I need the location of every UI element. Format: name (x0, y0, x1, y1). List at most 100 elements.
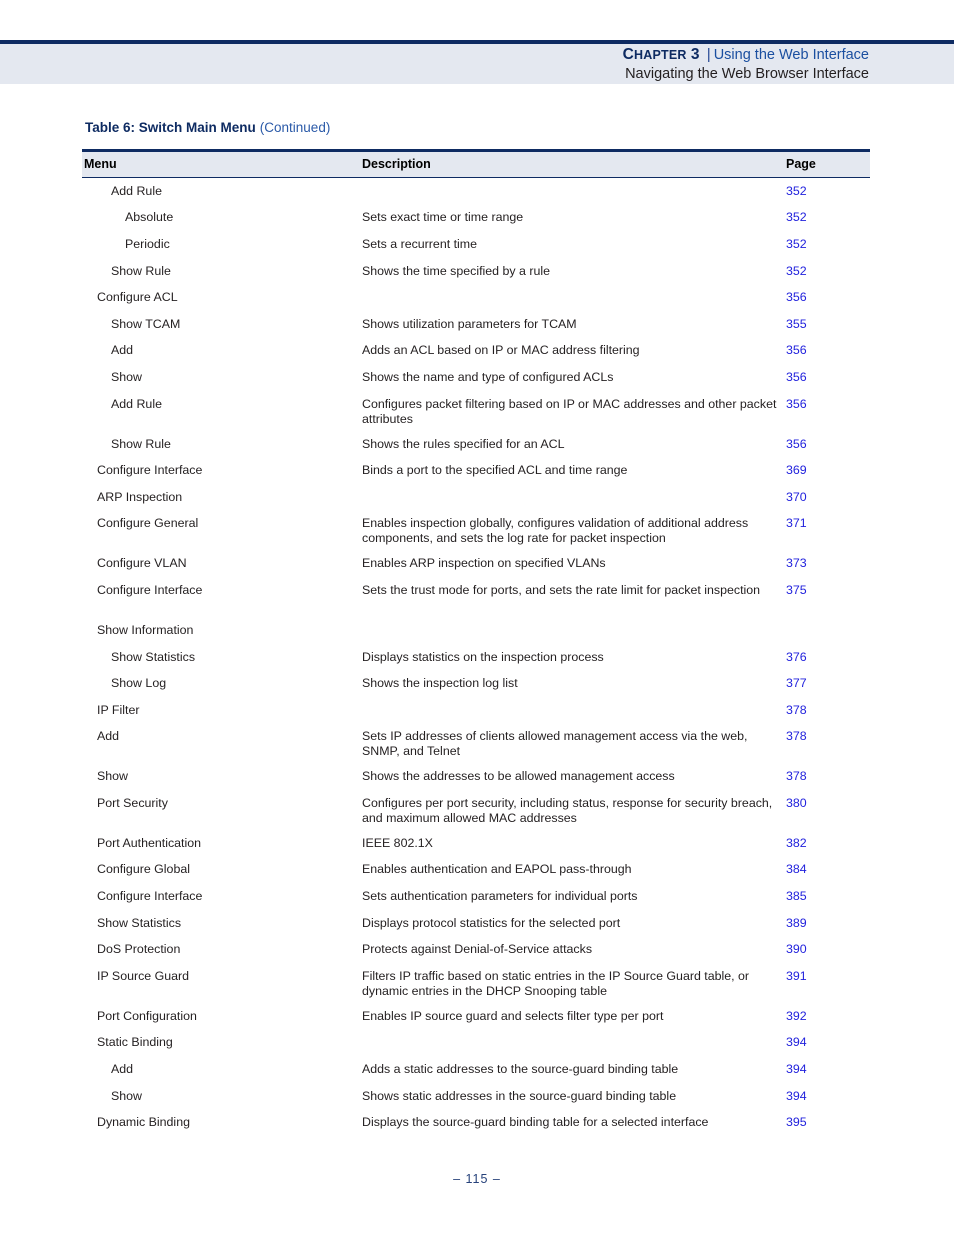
menu-cell: Add (111, 1062, 134, 1077)
table-row: Absolute Sets exact time or time range 352 (82, 210, 870, 237)
menu-cell: ARP Inspection (97, 489, 183, 504)
description-cell: Displays the source-guard binding table … (362, 1115, 709, 1130)
table-row: Configure ACL 356 (82, 290, 870, 317)
chapter-label-first-letter: C (622, 46, 635, 63)
chapter-number: 3 (690, 46, 700, 63)
table-row: Configure Interface Sets the trust mode f… (82, 583, 870, 623)
table-row: Configure General Enables inspection glob… (82, 516, 870, 556)
menu-cell: Dynamic Binding (97, 1115, 190, 1130)
menu-cell: IP Filter (97, 702, 140, 717)
description-cell: Shows static addresses in the source-gua… (362, 1088, 677, 1103)
description-cell: Sets authentication parameters for indiv… (362, 889, 638, 904)
page-footer: – 115 – (453, 1172, 501, 1186)
table-row: Show Statistics Displays protocol statist… (82, 916, 870, 943)
table-row: Configure Interface Binds a port to the s… (82, 463, 870, 490)
page-link[interactable]: 356 (786, 343, 807, 358)
menu-cell: Show Rule (111, 436, 171, 451)
description-cell: Displays protocol statistics for the sel… (362, 915, 621, 930)
page-link[interactable]: 378 (786, 703, 807, 718)
page-link[interactable]: 382 (786, 836, 807, 851)
description-cell: Displays statistics on the inspection pr… (362, 649, 604, 664)
page-link[interactable]: 394 (786, 1035, 807, 1050)
header-section-title: Navigating the Web Browser Interface (625, 66, 869, 82)
page-link[interactable]: 389 (786, 916, 807, 931)
page-link[interactable]: 376 (786, 650, 807, 665)
page-link[interactable]: 352 (786, 210, 807, 225)
table-row: Dynamic Binding Displays the source-guard… (82, 1115, 870, 1142)
page-link[interactable]: 392 (786, 1009, 807, 1024)
table-row: Configure Global Enables authentication a… (82, 862, 870, 889)
description-cell: Enables ARP inspection on specified VLAN… (362, 556, 606, 571)
menu-cell: Add (111, 343, 134, 358)
menu-cell: Port Security (97, 795, 168, 810)
table-row: Show Shows static addresses in the source… (82, 1089, 870, 1116)
chapter-title: Using the Web Interface (713, 47, 869, 63)
menu-cell: Configure ACL (97, 290, 178, 305)
page-link[interactable]: 355 (786, 317, 807, 332)
page-link[interactable]: 370 (786, 490, 807, 505)
table-row: Show Statistics Displays statistics on th… (82, 650, 870, 677)
description-cell: Configures packet filtering based on IP … (362, 396, 777, 426)
description-cell: Adds a static addresses to the source-gu… (362, 1062, 679, 1077)
menu-cell: Show (97, 769, 128, 784)
page-link[interactable]: 375 (786, 583, 807, 598)
description-cell: Shows utilization parameters for TCAM (362, 316, 577, 331)
page-link[interactable]: 377 (786, 676, 807, 691)
table-row: IP Source Guard Filters IP traffic based … (82, 969, 870, 1009)
description-cell: Binds a port to the specified ACL and ti… (362, 463, 628, 478)
description-cell: Shows the addresses to be allowed manage… (362, 769, 675, 784)
page-link[interactable]: 373 (786, 556, 807, 571)
description-cell: Sets IP addresses of clients allowed man… (362, 729, 748, 759)
description-cell: Shows the rules specified for an ACL (362, 436, 565, 451)
menu-cell: Show (111, 369, 142, 384)
table-row: Show Shows the name and type of configure… (82, 370, 870, 397)
table-row: Add Rule 352 (82, 184, 870, 211)
column-header-menu: Menu (84, 156, 117, 171)
table-header-row: Menu Description Page (82, 151, 870, 177)
page-link[interactable]: 369 (786, 463, 807, 478)
page-link[interactable]: 394 (786, 1062, 807, 1077)
menu-cell: Port Authentication (97, 835, 202, 850)
page-link[interactable]: 356 (786, 370, 807, 385)
page-link[interactable]: 352 (786, 237, 807, 252)
menu-cell: Periodic (125, 236, 170, 251)
table-row: Periodic Sets a recurrent time 352 (82, 237, 870, 264)
page-link[interactable]: 352 (786, 264, 807, 279)
menu-cell: Add Rule (111, 183, 162, 198)
page-link[interactable]: 356 (786, 397, 807, 412)
page-link[interactable]: 384 (786, 862, 807, 877)
menu-cell: Configure Interface (97, 463, 203, 478)
page-link[interactable]: 390 (786, 942, 807, 957)
page-link[interactable]: 395 (786, 1115, 807, 1130)
page-link[interactable]: 394 (786, 1089, 807, 1104)
description-cell: Enables authentication and EAPOL pass-th… (362, 862, 632, 877)
menu-cell: Configure Interface (97, 582, 203, 597)
description-cell: Sets exact time or time range (362, 210, 524, 225)
menu-cell: Absolute (125, 210, 174, 225)
menu-cell: DoS Protection (97, 942, 181, 957)
page-link[interactable]: 352 (786, 184, 807, 199)
chapter-label: CHAPTER 3 (622, 46, 704, 63)
description-cell: Enables IP source guard and selects filt… (362, 1008, 664, 1023)
page-link[interactable]: 378 (786, 729, 807, 744)
table-row: Port Authentication IEEE 802.1X 382 (82, 836, 870, 863)
table-row: Port Security Configures per port securit… (82, 796, 870, 836)
table-row: Static Binding 394 (82, 1035, 870, 1062)
table-row: Add Adds an ACL based on IP or MAC addres… (82, 343, 870, 370)
menu-cell: Show Rule (111, 263, 171, 278)
page-link[interactable]: 378 (786, 769, 807, 784)
table-row: DoS Protection Protects against Denial-of… (82, 942, 870, 969)
page-link[interactable]: 380 (786, 796, 807, 811)
page-link[interactable]: 391 (786, 969, 807, 984)
menu-cell: Add (97, 729, 120, 744)
menu-cell: Show Information (97, 622, 194, 637)
table-row: Add Adds a static addresses to the source… (82, 1062, 870, 1089)
page-link[interactable]: 356 (786, 437, 807, 452)
description-cell: Filters IP traffic based on static entri… (362, 968, 750, 998)
table-row: Show Information (82, 623, 870, 650)
page-link[interactable]: 356 (786, 290, 807, 305)
page-link[interactable]: 371 (786, 516, 807, 531)
table-row: Show TCAM Shows utilization parameters fo… (82, 317, 870, 344)
description-cell: Sets the trust mode for ports, and sets … (362, 582, 761, 597)
page-link[interactable]: 385 (786, 889, 807, 904)
